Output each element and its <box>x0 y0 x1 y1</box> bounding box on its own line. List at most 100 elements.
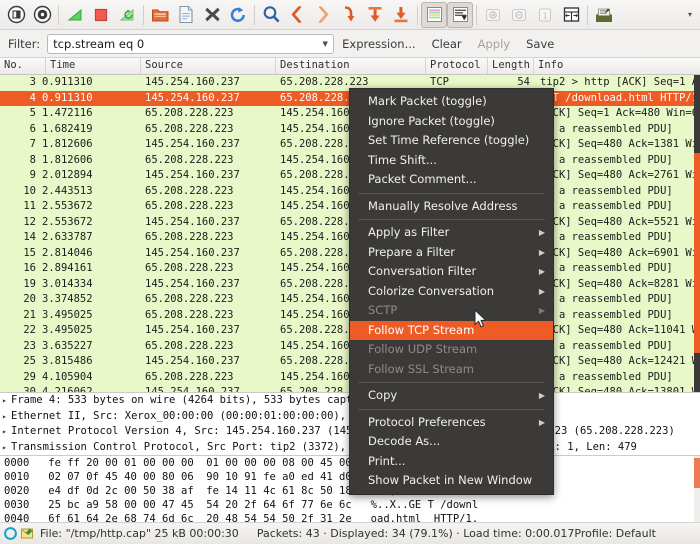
packet-time-cell: 3.495025 <box>42 324 93 336</box>
packet-source-cell: 145.254.160.237 <box>145 324 240 336</box>
packet-list-scrollbar[interactable] <box>694 75 700 392</box>
svg-text:1: 1 <box>542 11 547 20</box>
save-file-icon[interactable] <box>173 2 199 28</box>
context-menu-item-label: Conversation Filter <box>368 264 477 278</box>
capture-options-icon[interactable] <box>29 2 55 28</box>
context-menu-item[interactable]: Ignore Packet (toggle) <box>350 112 553 132</box>
hex-offset: 0010 <box>4 471 30 483</box>
filter-input-container[interactable]: ▼ <box>47 33 335 54</box>
packet-source-cell: 145.254.160.237 <box>145 386 240 393</box>
column-header-length[interactable]: Length <box>488 58 534 74</box>
packet-list-scroll-thumb[interactable] <box>694 153 700 353</box>
packet-time-cell: 2.894161 <box>42 262 93 274</box>
packet-source-cell: 65.208.228.223 <box>145 293 234 305</box>
hex-dump-row[interactable]: 0030 25 bc a9 58 00 00 47 45 54 20 2f 64… <box>0 498 700 512</box>
context-menu-item[interactable]: Conversation Filter ▶ <box>350 262 553 282</box>
packet-info-cell: of a reassembled PDU] <box>540 122 673 135</box>
zoom-normal-icon[interactable]: 1 <box>532 2 558 28</box>
context-menu-separator <box>358 192 545 194</box>
filter-clear-button[interactable]: Clear <box>424 37 470 51</box>
context-menu-item: Follow UDP Stream <box>350 340 553 360</box>
expander-triangle-icon[interactable]: ▸ <box>2 440 11 456</box>
status-bar: File: "/tmp/http.cap" 25 kB 00:00:30 Pac… <box>0 522 700 544</box>
packet-source-cell: 65.208.228.223 <box>145 153 234 166</box>
context-menu-item-label: Set Time Reference (toggle) <box>368 133 530 147</box>
expander-triangle-icon[interactable]: ▸ <box>2 424 11 440</box>
restart-capture-icon[interactable] <box>114 2 140 28</box>
hex-bytes: 25 bc a9 58 00 00 47 45 54 20 2f 64 6f 7… <box>48 499 352 511</box>
submenu-arrow-icon: ▶ <box>538 247 545 257</box>
auto-scroll-icon[interactable] <box>447 1 473 28</box>
close-file-icon[interactable] <box>199 2 225 28</box>
packet-info-cell: [ACK] Seq=480 Ack=2761 Win <box>540 169 700 181</box>
hex-offset: 0030 <box>4 499 30 511</box>
context-menu-item[interactable]: Packet Comment... <box>350 170 553 190</box>
context-menu-item[interactable]: Show Packet in New Window <box>350 471 553 491</box>
hex-bytes: fe ff 20 00 01 00 00 00 01 00 00 00 08 0… <box>48 457 352 469</box>
hex-scrollbar[interactable] <box>694 456 700 522</box>
column-header-no[interactable]: No. <box>0 58 46 74</box>
context-menu-item[interactable]: Protocol Preferences ▶ <box>350 413 553 433</box>
hex-offset: 0000 <box>4 457 30 469</box>
column-header-info[interactable]: Info <box>534 58 700 74</box>
submenu-arrow-icon: ▶ <box>538 228 545 237</box>
packet-no-cell: 7 <box>29 138 36 150</box>
context-menu-item[interactable]: Copy ▶ <box>350 386 553 406</box>
column-header-destination[interactable]: Destination <box>276 58 426 74</box>
context-menu-item-label: Protocol Preferences <box>368 414 486 429</box>
capture-comment-icon[interactable] <box>20 527 34 541</box>
zoom-in-icon[interactable] <box>480 2 506 28</box>
go-to-first-icon[interactable] <box>362 2 388 28</box>
packet-info-cell: of a reassembled PDU] <box>540 339 673 352</box>
context-menu-item[interactable]: Colorize Conversation ▶ <box>350 282 553 302</box>
context-menu-item[interactable]: Print... <box>350 452 553 472</box>
submenu-arrow-icon: ▶ <box>538 306 545 315</box>
reload-file-icon[interactable] <box>225 2 251 28</box>
expert-info-icon[interactable] <box>4 527 17 540</box>
open-file-icon[interactable] <box>147 2 173 28</box>
zoom-out-icon[interactable] <box>506 2 532 28</box>
context-menu-item[interactable]: Apply as Filter ▶ <box>350 223 553 243</box>
column-header-protocol[interactable]: Protocol <box>426 58 488 74</box>
column-header-source[interactable]: Source <box>141 58 276 74</box>
context-menu-item[interactable]: Prepare a Filter ▶ <box>350 243 553 263</box>
toolbar-overflow-button[interactable]: ▾ <box>683 10 697 19</box>
expander-triangle-icon[interactable]: ▸ <box>2 393 11 409</box>
context-menu-item[interactable]: Set Time Reference (toggle) <box>350 131 553 151</box>
expander-triangle-icon[interactable]: ▸ <box>2 409 11 425</box>
column-header-time[interactable]: Time <box>46 58 141 74</box>
filter-save-button[interactable]: Save <box>518 37 562 51</box>
filter-dropdown-icon[interactable]: ▼ <box>317 35 333 53</box>
context-menu-item: SCTP ▶ <box>350 301 553 321</box>
go-to-packet-icon[interactable] <box>336 2 362 28</box>
packet-source-cell: 65.208.228.223 <box>145 262 234 274</box>
context-menu-item[interactable]: Mark Packet (toggle) <box>350 92 553 112</box>
go-back-icon[interactable] <box>284 2 310 28</box>
hex-scroll-thumb[interactable] <box>694 458 700 488</box>
go-forward-icon[interactable] <box>310 2 336 28</box>
context-menu-item[interactable]: Manually Resolve Address <box>350 197 553 217</box>
hex-bytes: e4 df 0d 2c 00 50 38 af fe 14 11 4c 61 8… <box>48 485 352 497</box>
colorize-icon[interactable] <box>421 1 447 28</box>
packet-source-cell: 65.208.228.223 <box>145 231 234 243</box>
submenu-arrow-icon: ▶ <box>538 391 545 400</box>
start-capture-icon[interactable] <box>62 2 88 28</box>
display-filter-input[interactable] <box>48 34 318 53</box>
find-packet-icon[interactable] <box>258 2 284 28</box>
stop-capture-icon[interactable] <box>88 2 114 28</box>
status-profile-text[interactable]: Profile: Default <box>574 527 656 540</box>
packet-no-cell: 20 <box>23 293 36 305</box>
context-menu-item[interactable]: Decode As... <box>350 432 553 452</box>
packet-info-cell: GET /download.html HTTP/1.1 <box>540 91 700 104</box>
filter-apply-button[interactable]: Apply <box>470 37 518 51</box>
capture-filters-icon[interactable] <box>591 2 617 28</box>
go-to-last-icon[interactable] <box>388 2 414 28</box>
context-menu-item[interactable]: Time Shift... <box>350 151 553 171</box>
interfaces-icon[interactable] <box>3 2 29 28</box>
context-menu-item[interactable]: Follow TCP Stream <box>350 320 553 340</box>
detail-tree-label: Internet Protocol Version 4, Src: 145.25… <box>11 425 675 437</box>
packet-no-cell: 9 <box>29 169 36 181</box>
resize-columns-icon[interactable] <box>558 2 584 28</box>
filter-expression-button[interactable]: Expression... <box>334 37 423 51</box>
packet-info-cell: of a reassembled PDU] <box>540 231 673 243</box>
